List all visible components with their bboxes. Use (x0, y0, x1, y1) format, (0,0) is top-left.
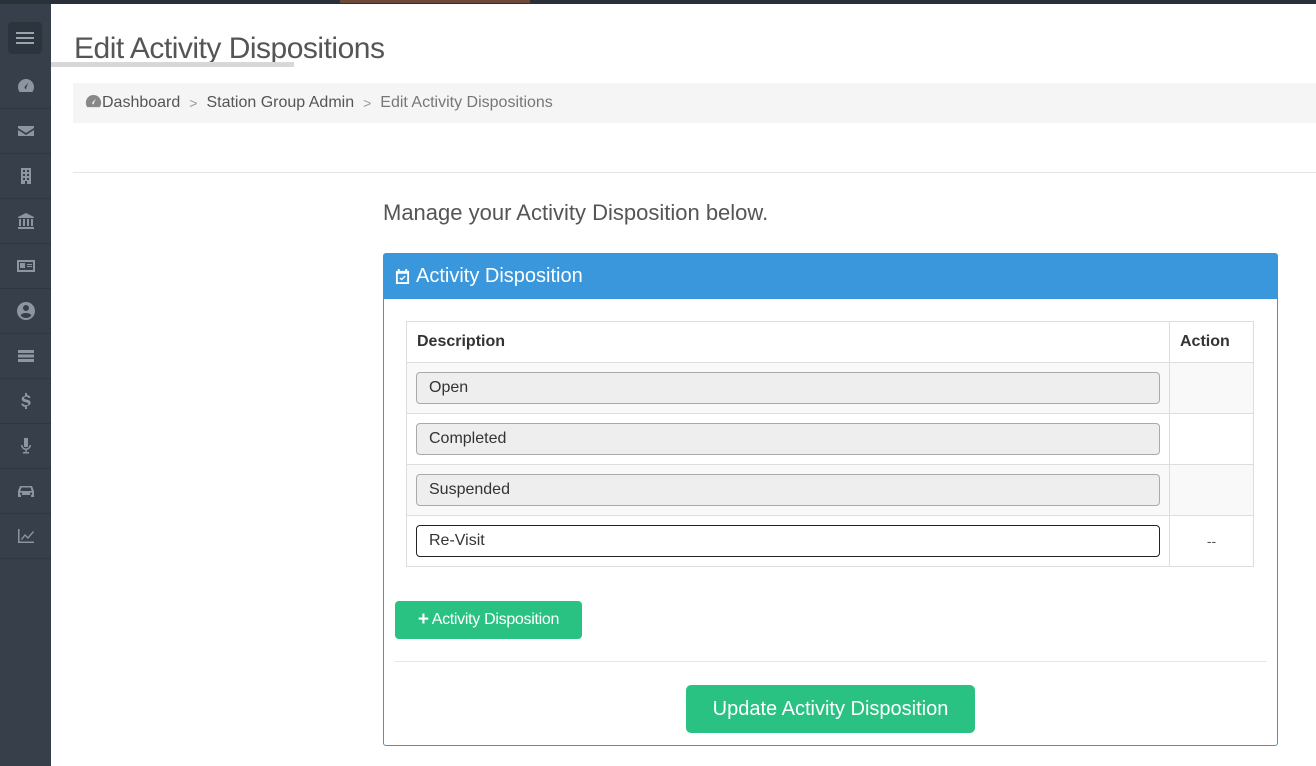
user-circle-icon (16, 302, 35, 320)
breadcrumb-dashboard[interactable]: Dashboard (102, 94, 180, 112)
add-button-label: Activity Disposition (431, 611, 560, 628)
table-row: Suspended (406, 464, 1254, 516)
action-cell (1169, 464, 1254, 516)
intro-text: Manage your Activity Disposition below. (383, 200, 769, 225)
description-field: Completed (416, 423, 1160, 455)
table-row: Completed (406, 413, 1254, 465)
breadcrumb-separator: > (189, 95, 198, 111)
action-cell: -- (1169, 515, 1254, 567)
breadcrumb-station-group-admin[interactable]: Station Group Admin (206, 94, 354, 112)
dashboard-icon (17, 79, 34, 92)
description-field: Open (416, 372, 1160, 404)
calendar-check-icon (395, 269, 410, 284)
server-icon (17, 350, 34, 362)
disposition-table: Description Action Open Completed Suspen… (406, 321, 1254, 567)
table-row: Re-Visit -- (406, 515, 1254, 567)
line-chart-icon (17, 529, 34, 543)
page-title: Edit Activity Dispositions (74, 32, 385, 65)
sidebar-item-building[interactable] (0, 154, 51, 199)
add-activity-disposition-button[interactable]: + Activity Disposition (395, 601, 582, 639)
plus-icon: + (417, 609, 429, 630)
panel-title: Activity Disposition (416, 265, 583, 287)
column-header-action: Action (1169, 321, 1254, 363)
microphone-icon (20, 438, 31, 454)
envelope-icon (17, 126, 34, 136)
bank-icon (17, 213, 34, 229)
column-header-description: Description (406, 321, 1170, 363)
panel-heading: Activity Disposition (384, 254, 1277, 299)
table-row: Open (406, 362, 1254, 414)
update-activity-disposition-button[interactable]: Update Activity Disposition (686, 685, 975, 733)
dollar-icon (20, 393, 31, 409)
section-divider (73, 172, 1316, 173)
title-underline (51, 62, 294, 67)
id-card-icon (16, 260, 35, 272)
main-content: Edit Activity Dispositions Dashboard > S… (51, 4, 1316, 766)
sidebar-item-audio[interactable] (0, 424, 51, 469)
dashboard-icon (85, 94, 102, 112)
hamburger-menu-icon[interactable] (8, 22, 42, 54)
sidebar-item-bank[interactable] (0, 199, 51, 244)
breadcrumb-separator: > (363, 95, 372, 111)
sidebar-item-billing[interactable] (0, 379, 51, 424)
top-bar-accent (340, 0, 530, 3)
activity-disposition-panel: Activity Disposition Description Action … (383, 253, 1278, 746)
sidebar-item-users[interactable] (0, 289, 51, 334)
action-cell (1169, 413, 1254, 465)
building-icon (20, 168, 31, 184)
sidebar-item-contacts[interactable] (0, 244, 51, 289)
sidebar-item-vehicles[interactable] (0, 469, 51, 514)
breadcrumb-current: Edit Activity Dispositions (380, 94, 553, 111)
sidebar-item-reports[interactable] (0, 514, 51, 559)
sidebar (0, 4, 51, 766)
panel-divider (395, 661, 1267, 662)
sidebar-item-server[interactable] (0, 334, 51, 379)
breadcrumb: Dashboard > Station Group Admin > Edit A… (73, 83, 1316, 123)
sidebar-item-dashboard[interactable] (0, 64, 51, 109)
sidebar-item-mail[interactable] (0, 109, 51, 154)
action-cell (1169, 362, 1254, 414)
description-input[interactable]: Re-Visit (416, 525, 1160, 557)
description-field: Suspended (416, 474, 1160, 506)
car-icon (17, 486, 34, 497)
